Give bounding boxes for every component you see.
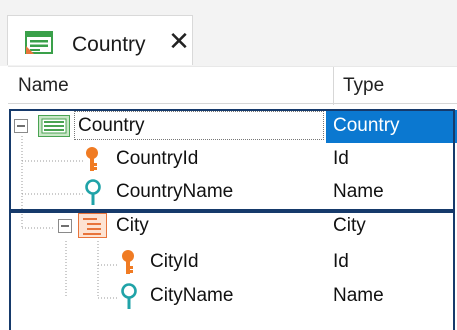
transaction-editor-window: Country ✕ Name Type Country Country Coun… xyxy=(0,0,457,330)
row-type: Name xyxy=(333,285,384,306)
row-name: CityName xyxy=(150,285,234,306)
tree-row-countryname[interactable]: CountryName Name xyxy=(8,176,457,209)
row-name: Country xyxy=(78,115,145,136)
primary-key-icon xyxy=(86,147,98,171)
close-icon[interactable]: ✕ xyxy=(166,27,192,55)
primary-key-icon xyxy=(122,250,134,274)
structure-grid: Name Type Country Country CountryId Id C… xyxy=(0,66,457,330)
tree-row-countryid[interactable]: CountryId Id xyxy=(8,143,457,176)
tab-bar: Country ✕ xyxy=(0,0,457,66)
row-name: CountryName xyxy=(116,181,234,202)
subordinated-level-icon xyxy=(78,213,107,238)
tab-title: Country xyxy=(72,33,146,56)
tree-row-cityid[interactable]: CityId Id xyxy=(8,246,457,279)
transaction-level-icon xyxy=(38,115,70,137)
collapse-icon[interactable] xyxy=(14,119,29,134)
row-type: City xyxy=(333,215,366,236)
row-type: Country xyxy=(333,115,400,136)
row-name: CountryId xyxy=(116,148,199,169)
tree-row-city[interactable]: City City xyxy=(8,210,457,243)
row-name: CityId xyxy=(150,251,199,272)
tree-row-country[interactable]: Country Country xyxy=(8,110,457,143)
row-type: Name xyxy=(333,181,384,202)
tree-row-cityname[interactable]: CityName Name xyxy=(8,280,457,313)
collapse-icon[interactable] xyxy=(58,219,73,234)
row-type: Id xyxy=(333,148,349,169)
tab-country[interactable]: Country ✕ xyxy=(7,15,193,65)
description-attribute-icon xyxy=(121,283,137,309)
row-name: City xyxy=(116,215,149,236)
row-type: Id xyxy=(333,251,349,272)
description-attribute-icon xyxy=(85,179,101,205)
transaction-icon xyxy=(25,31,53,54)
